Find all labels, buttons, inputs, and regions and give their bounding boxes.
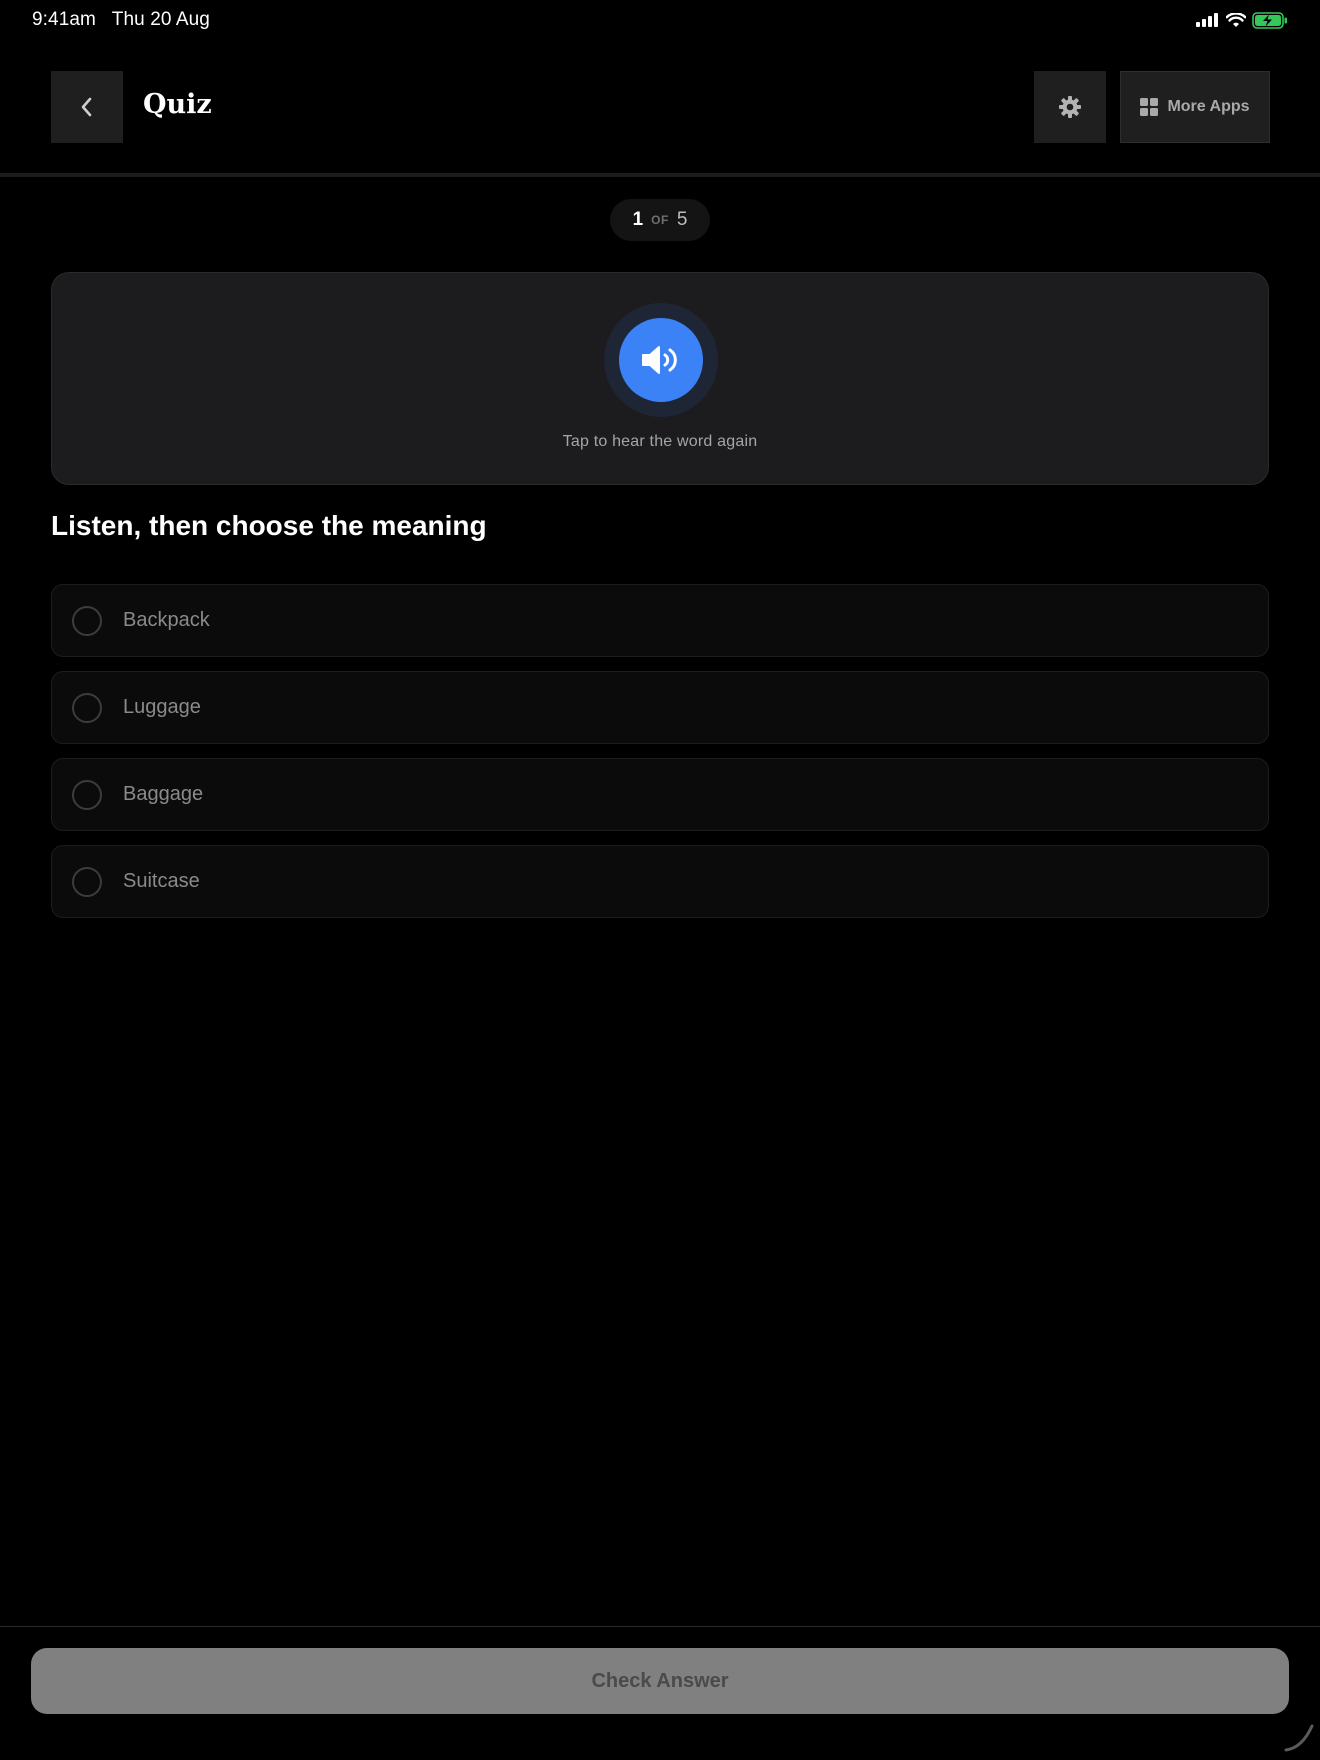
progress-of-label: OF [651, 213, 669, 227]
wifi-icon [1226, 12, 1246, 27]
audio-hint: Tap to hear the word again [562, 433, 758, 450]
battery-charging-icon [1252, 11, 1287, 29]
radio-button[interactable] [72, 867, 102, 897]
answer-option[interactable]: Backpack [51, 584, 1269, 657]
status-bar: 9:41am Thu 20 Aug [0, 0, 1320, 42]
gear-icon [1059, 96, 1081, 118]
radio-button[interactable] [72, 780, 102, 810]
status-date: Thu 20 Aug [111, 9, 210, 30]
cellular-signal-icon [1196, 13, 1218, 27]
settings-button[interactable] [1034, 71, 1106, 143]
progress-indicator: 1 OF 5 [610, 199, 710, 241]
more-apps-label: More Apps [1167, 98, 1250, 115]
check-answer-button[interactable]: Check Answer [31, 1648, 1289, 1714]
answer-option-label: Suitcase [123, 870, 200, 892]
speaker-icon [642, 346, 677, 374]
scribble-handle-icon [1284, 1724, 1314, 1752]
back-button[interactable] [51, 71, 123, 143]
status-clock: 9:41am [32, 9, 96, 30]
answer-option-label: Luggage [123, 696, 201, 718]
more-apps-button[interactable]: More Apps [1120, 71, 1270, 143]
grid-icon [1140, 98, 1159, 116]
check-answer-label: Check Answer [591, 1669, 729, 1692]
radio-button[interactable] [72, 693, 102, 723]
answer-option[interactable]: Luggage [51, 671, 1269, 744]
audio-card: Tap to hear the word again [51, 272, 1269, 485]
question-title: Listen, then choose the meaning [51, 510, 487, 541]
progress-total: 5 [676, 209, 688, 230]
play-audio-button[interactable] [619, 318, 703, 402]
radio-button[interactable] [72, 606, 102, 636]
page-title: Quiz [143, 89, 212, 120]
answer-option[interactable]: Suitcase [51, 845, 1269, 918]
answer-options: Backpack Luggage Baggage Suitcase [51, 584, 1269, 932]
answer-option-label: Baggage [123, 783, 204, 805]
status-icons [1196, 11, 1288, 29]
chevron-left-icon [81, 97, 92, 117]
progress-current: 1 [632, 209, 644, 230]
footer-divider [0, 1626, 1320, 1627]
header: Quiz More Apps [0, 70, 1320, 146]
answer-option[interactable]: Baggage [51, 758, 1269, 831]
status-time: 9:41am Thu 20 Aug [32, 9, 210, 31]
answer-option-label: Backpack [123, 609, 210, 631]
header-divider [0, 173, 1320, 177]
